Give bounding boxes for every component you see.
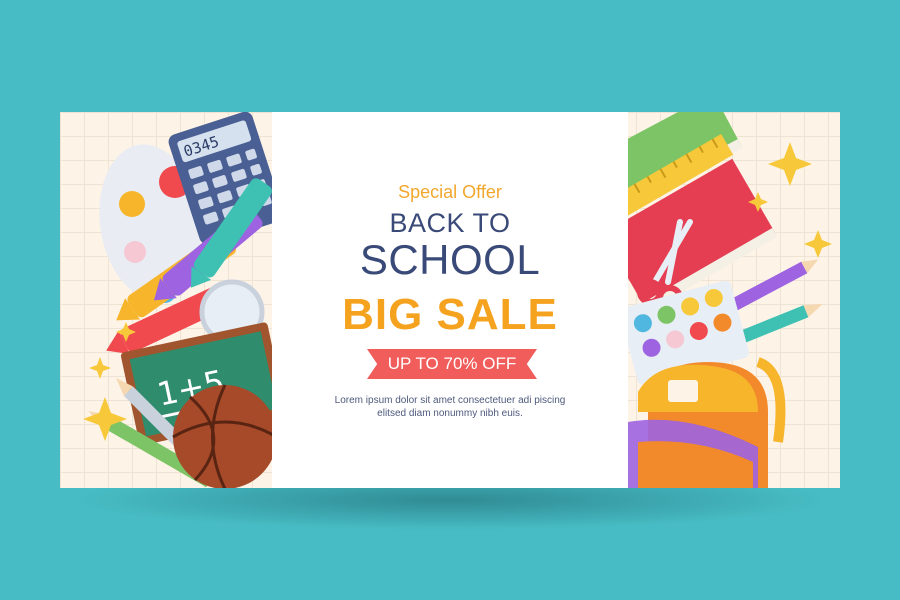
headline: BIG SALE — [342, 290, 558, 339]
title-line-2: SCHOOL — [359, 236, 541, 283]
left-illustration: 0345 1+5 — [60, 112, 272, 488]
special-offer-label: Special Offer — [398, 182, 502, 202]
title-line-1: BACK TO — [389, 208, 511, 238]
sale-banner: 0345 1+5 Special Offer BACK TO SCHOOL BI… — [60, 112, 840, 488]
body-text: Lorem ipsum dolor sit amet consectetuer … — [334, 395, 566, 419]
right-illustration — [628, 112, 840, 488]
backpack-icon — [628, 357, 786, 488]
offer-card: Special Offer BACK TO SCHOOL BIG SALE UP… — [272, 112, 628, 488]
discount-ribbon: UP TO 70% OFF — [367, 349, 537, 379]
